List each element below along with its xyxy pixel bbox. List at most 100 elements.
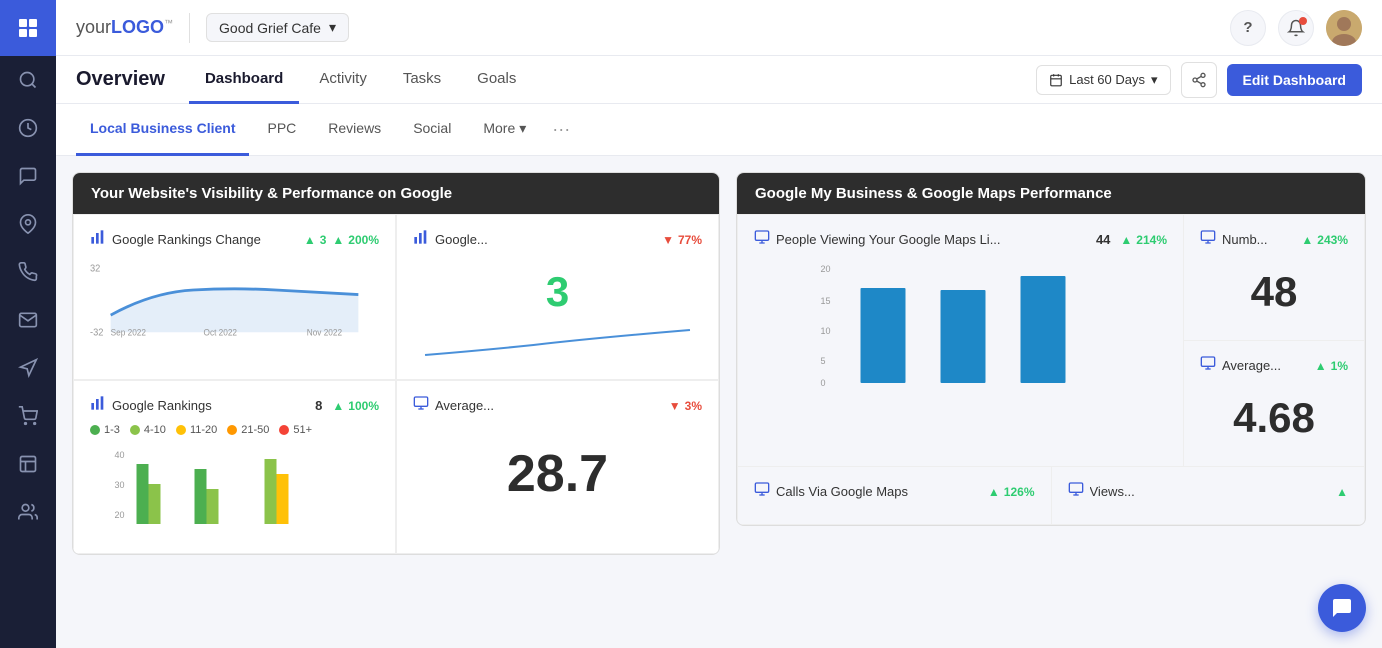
- legend-11-20: 11-20: [176, 424, 217, 436]
- edit-dashboard-button[interactable]: Edit Dashboard: [1227, 64, 1362, 96]
- sub-tab-ppc[interactable]: PPC: [253, 104, 310, 156]
- stat2-header: Average... ▲ 1%: [1200, 355, 1348, 376]
- sidebar-reports-icon[interactable]: [0, 104, 56, 152]
- sidebar-location-icon[interactable]: [0, 344, 56, 392]
- tab-goals[interactable]: Goals: [461, 56, 532, 104]
- google-rankings-change-card: Google Rankings Change ▲ 3 ▲ 200% 32 -32…: [73, 214, 396, 380]
- chevron-down-icon: ▾: [329, 19, 336, 36]
- sidebar-pin-icon[interactable]: [0, 200, 56, 248]
- tab-dashboard[interactable]: Dashboard: [189, 56, 299, 104]
- svg-text:Oct 2022: Oct 2022: [204, 327, 238, 337]
- legend-51plus: 51+: [279, 424, 312, 436]
- date-range-label: Last 60 Days: [1069, 72, 1145, 87]
- sub-tab-options[interactable]: ···: [552, 119, 570, 140]
- card2-title: Google...: [435, 232, 656, 247]
- bar-chart2-icon: [413, 229, 429, 250]
- stat1-icon: [1200, 229, 1216, 250]
- card1-title: Google Rankings Change: [112, 232, 298, 247]
- svg-text:Sep 2022: Sep 2022: [111, 327, 146, 337]
- google-maps-section: Google My Business & Google Maps Perform…: [736, 172, 1366, 526]
- views-badge: ▲: [1336, 485, 1348, 499]
- card3-badge: ▲ 100%: [332, 399, 379, 413]
- calls-card: Calls Via Google Maps ▲ 126%: [738, 467, 1052, 524]
- legend-1-3: 1-3: [90, 424, 120, 436]
- card4-big-value: 28.7: [413, 424, 702, 524]
- stat-card2: Average... ▲ 1% 4.68: [1184, 341, 1364, 466]
- maps-chart-card: People Viewing Your Google Maps Li... 44…: [738, 215, 1184, 466]
- stat1-header: Numb... ▲ 243%: [1200, 229, 1348, 250]
- google-rankings-bar-card: Google Rankings 8 ▲ 100% 1-3 4-10 11-20 …: [73, 380, 396, 554]
- sub-tab-social[interactable]: Social: [399, 104, 465, 156]
- avatar[interactable]: [1326, 10, 1362, 46]
- notification-button[interactable]: [1278, 10, 1314, 46]
- svg-text:20: 20: [821, 264, 831, 274]
- average-icon: [413, 395, 429, 416]
- google-visibility-cards: Google Rankings Change ▲ 3 ▲ 200% 32 -32…: [73, 214, 719, 554]
- svg-text:5: 5: [821, 356, 826, 366]
- bar-chart3-icon: [90, 395, 106, 416]
- rankings-bar-chart: 40 30 20: [90, 444, 379, 534]
- sub-tabs: Local Business Client PPC Reviews Social…: [56, 104, 1382, 156]
- calls-title: Calls Via Google Maps: [776, 484, 982, 499]
- share-button[interactable]: [1181, 62, 1217, 98]
- client-selector[interactable]: Good Grief Cafe ▾: [206, 13, 349, 42]
- card1-header: Google Rankings Change ▲ 3 ▲ 200%: [90, 229, 379, 250]
- sidebar-phone-icon[interactable]: [0, 248, 56, 296]
- right-stat-cards: Numb... ▲ 243% 48 Average: [1184, 215, 1364, 466]
- stat2-title: Average...: [1222, 358, 1309, 373]
- left-column: Your Website's Visibility & Performance …: [72, 172, 720, 632]
- views-header: Views... ▲: [1068, 481, 1349, 502]
- stat1-title: Numb...: [1222, 232, 1295, 247]
- calls-icon: [754, 481, 770, 502]
- sub-tab-reviews[interactable]: Reviews: [314, 104, 395, 156]
- sub-tab-local[interactable]: Local Business Client: [76, 104, 249, 156]
- google-maps-header: Google My Business & Google Maps Perform…: [737, 173, 1365, 214]
- legend-21-50: 21-50: [227, 424, 269, 436]
- maps-bar-chart: 20 15 10 5 0 Sep 2: [754, 258, 1167, 388]
- card1-pct-badge: ▲ 200%: [332, 233, 379, 247]
- svg-text:0: 0: [821, 378, 826, 388]
- card4-header: Average... ▼ 3%: [413, 395, 702, 416]
- maps-chart-header: People Viewing Your Google Maps Li... 44…: [754, 229, 1167, 250]
- maps-chart-title: People Viewing Your Google Maps Li...: [776, 232, 1090, 247]
- calls-header: Calls Via Google Maps ▲ 126%: [754, 481, 1035, 502]
- right-column: Google My Business & Google Maps Perform…: [736, 172, 1366, 632]
- sidebar-users-icon[interactable]: [0, 488, 56, 536]
- maps-icon: [754, 229, 770, 250]
- svg-text:15: 15: [821, 296, 831, 306]
- maps-badge: ▲ 214%: [1120, 233, 1167, 247]
- svg-text:10: 10: [821, 326, 831, 336]
- google-visibility-header: Your Website's Visibility & Performance …: [73, 173, 719, 214]
- notification-dot: [1299, 17, 1307, 25]
- tab-activity[interactable]: Activity: [303, 56, 383, 104]
- sidebar-email-icon[interactable]: [0, 296, 56, 344]
- help-button[interactable]: ?: [1230, 10, 1266, 46]
- card3-header: Google Rankings 8 ▲ 100%: [90, 395, 379, 416]
- more-label: More: [483, 120, 515, 136]
- sidebar-grid-button[interactable]: [0, 0, 56, 56]
- card3-count: 8: [315, 398, 322, 413]
- card4-title: Average...: [435, 398, 663, 413]
- topbar-right: ?: [1230, 10, 1362, 46]
- sidebar-search-icon[interactable]: [0, 56, 56, 104]
- svg-text:Nov 2022: Nov 2022: [307, 327, 342, 337]
- card1-count-badge: ▲ 3: [304, 233, 327, 247]
- svg-text:40: 40: [115, 450, 125, 460]
- sidebar: [0, 0, 56, 648]
- card4-badge: ▼ 3%: [669, 399, 702, 413]
- google-visibility-section: Your Website's Visibility & Performance …: [72, 172, 720, 555]
- page-title: Overview: [76, 68, 165, 91]
- sidebar-analytics-icon[interactable]: [0, 440, 56, 488]
- sidebar-cart-icon[interactable]: [0, 392, 56, 440]
- card2-big-value: 3: [546, 268, 569, 315]
- date-range-button[interactable]: Last 60 Days ▾: [1036, 65, 1170, 95]
- svg-text:30: 30: [115, 480, 125, 490]
- sub-tab-more[interactable]: More ▾: [469, 104, 540, 156]
- stat2-icon: [1200, 355, 1216, 376]
- google-card2: Google... ▼ 77% 3: [396, 214, 719, 380]
- tab-tasks[interactable]: Tasks: [387, 56, 457, 104]
- chat-bubble-button[interactable]: [1318, 584, 1366, 632]
- content-area: Your Website's Visibility & Performance …: [56, 156, 1382, 648]
- sidebar-chat-icon[interactable]: [0, 152, 56, 200]
- card2-badge: ▼ 77%: [662, 233, 702, 247]
